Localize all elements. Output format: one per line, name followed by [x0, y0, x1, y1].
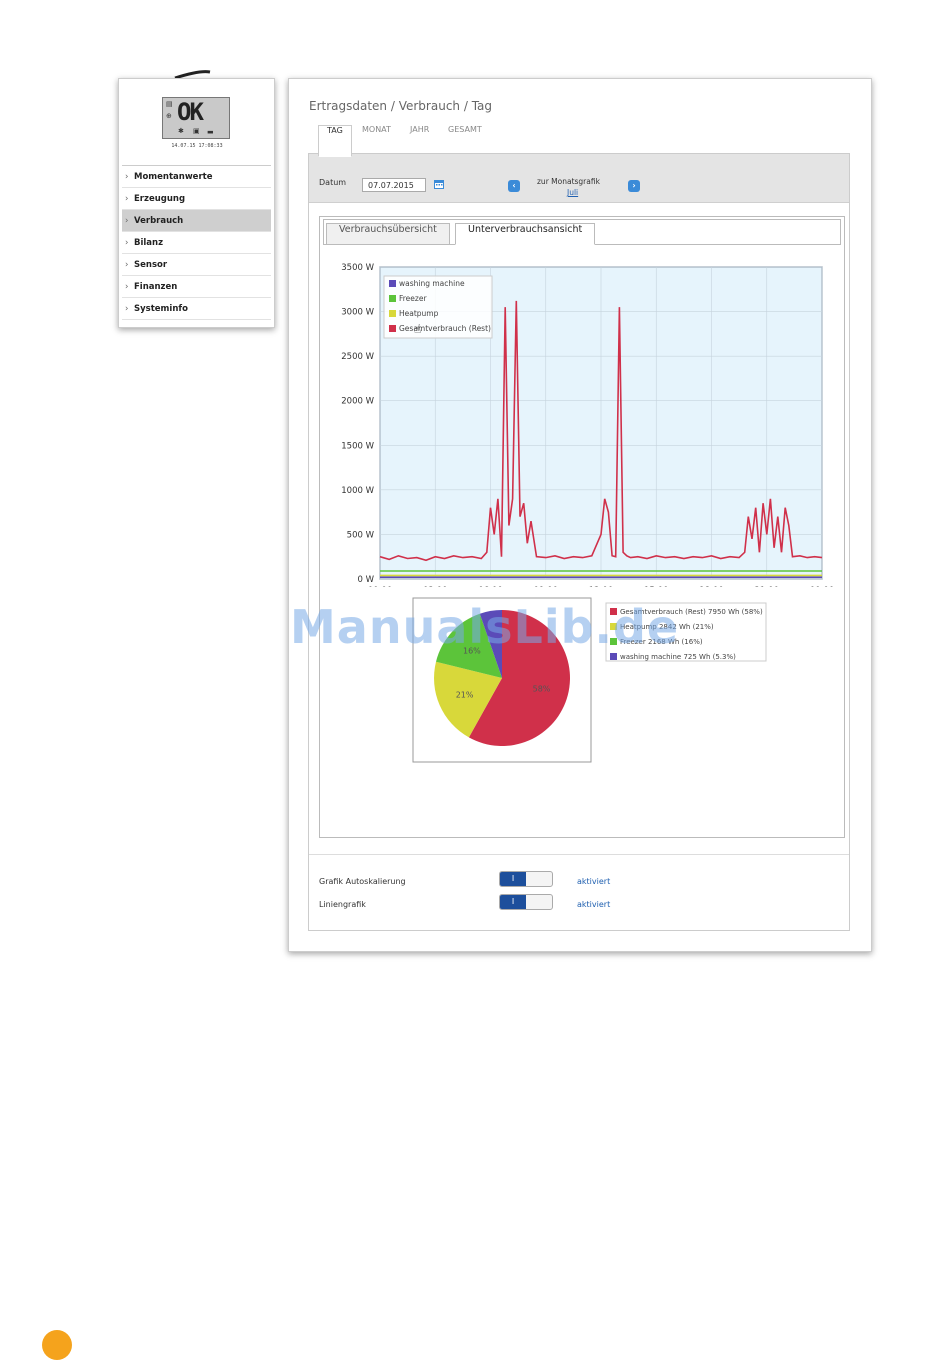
subtab-unterverbrauchsansicht[interactable]: Unterverbrauchsansicht — [455, 223, 596, 245]
legend-swatch — [389, 295, 396, 302]
legend-swatch — [389, 280, 396, 287]
x-tick-label: 12:00 — [589, 586, 614, 587]
x-tick-label: 00:00 — [810, 586, 835, 587]
month-chart-label: zur Monatsgrafik — [537, 177, 600, 186]
autoscale-toggle-knob: I — [500, 872, 526, 886]
sidebar-item-finanzen[interactable]: Finanzen — [122, 276, 271, 298]
sidebar-item-sensor[interactable]: Sensor — [122, 254, 271, 276]
globe-icon: ⊕ — [166, 112, 172, 120]
x-tick-label: 15:00 — [644, 586, 669, 587]
linechart-toggle[interactable]: I — [499, 894, 553, 910]
autoscale-status: aktiviert — [577, 877, 611, 886]
display-timestamp: 14.07.15 17:08:33 — [171, 143, 223, 149]
display-status: OK — [177, 98, 204, 126]
pie-slice-label: 21% — [456, 690, 474, 699]
y-tick-label: 1000 W — [341, 486, 374, 496]
autoscale-toggle[interactable]: I — [499, 871, 553, 887]
watermark: ManualsLib.de — [290, 600, 680, 654]
date-toolbar: Datum 07.07.2015 ‹ zur Monatsgrafik Juli… — [309, 154, 849, 203]
tab-monat[interactable]: MONAT — [362, 125, 391, 155]
tab-content: Datum 07.07.2015 ‹ zur Monatsgrafik Juli… — [308, 153, 850, 931]
network-icon: ▤ — [166, 100, 173, 108]
page-marker-dot — [42, 1330, 72, 1360]
linechart-status: aktiviert — [577, 900, 611, 909]
legend-label: Heatpump — [399, 309, 439, 318]
x-tick-label: 00:00 — [368, 586, 393, 587]
datum-label: Datum — [319, 178, 347, 187]
month-chart-link[interactable]: Juli — [567, 188, 578, 197]
legend-label: Freezer — [399, 294, 427, 303]
chart-container: Verbrauchsübersicht Unterverbrauchsansic… — [319, 216, 845, 838]
breadcrumb: Ertragsdaten / Verbrauch / Tag — [309, 99, 493, 113]
next-month-button[interactable]: › — [628, 180, 640, 192]
subtab-verbrauchsuebersicht[interactable]: Verbrauchsübersicht — [326, 223, 450, 245]
pie-legend-label: washing machine 725 Wh (5.3%) — [620, 653, 736, 661]
sidebar-item-verbrauch[interactable]: Verbrauch — [122, 210, 271, 232]
y-tick-label: 3500 W — [341, 263, 374, 273]
pie-slice-label: 58% — [533, 684, 551, 693]
y-tick-label: 2000 W — [341, 397, 374, 407]
x-tick-label: 18:00 — [699, 586, 724, 587]
y-tick-label: 0 W — [357, 575, 374, 585]
sidebar-item-bilanz[interactable]: Bilanz — [122, 232, 271, 254]
sun-icon: ✱ — [178, 127, 184, 135]
pie-legend-swatch — [610, 653, 617, 660]
hand-cursor-icon: ☝ — [414, 322, 421, 336]
sidebar-item-systeminfo[interactable]: Systeminfo — [122, 298, 271, 320]
device-display: ▤ ⊕ OK ✱ ▣ ▬ — [162, 97, 230, 139]
meter-icon: ▬ — [207, 128, 214, 136]
sidebar-item-momentanwerte[interactable]: Momentanwerte — [122, 166, 271, 188]
legend-label: washing machine — [399, 279, 465, 288]
legend-swatch — [389, 310, 396, 317]
tab-tag[interactable]: TAG — [318, 125, 352, 157]
y-tick-label: 1500 W — [341, 441, 374, 451]
legend-swatch — [389, 325, 396, 332]
main-panel: Ertragsdaten / Verbrauch / Tag TAG MONAT… — [288, 78, 872, 952]
linechart-toggle-knob: I — [500, 895, 526, 909]
tab-jahr[interactable]: JAHR — [410, 125, 429, 155]
x-tick-label: 03:00 — [423, 586, 448, 587]
line-chart-legend: washing machine Freezer Heatpump Gesamtverb… — [383, 275, 493, 339]
line-chart: 3500 W 3000 W 2500 W 2000 W 1500 W 1000 W 500 … — [341, 263, 835, 587]
options-section: Grafik Autoskalierung I aktiviert Linien… — [309, 854, 849, 931]
calendar-icon[interactable] — [434, 179, 444, 189]
sidebar: ▤ ⊕ OK ✱ ▣ ▬ 14.07.15 17:08:33 Momentanw… — [118, 78, 275, 328]
sidebar-item-erzeugung[interactable]: Erzeugung — [122, 188, 271, 210]
sidebar-nav: Momentanwerte Erzeugung Verbrauch Bilanz… — [122, 165, 271, 320]
date-input[interactable]: 07.07.2015 — [362, 178, 426, 192]
x-tick-label: 09:00 — [534, 586, 559, 587]
x-tick-label: 21:00 — [755, 586, 780, 587]
x-tick-label: 06:00 — [478, 586, 503, 587]
autoscale-label: Grafik Autoskalierung — [319, 877, 406, 886]
battery-icon: ▣ — [193, 127, 200, 135]
y-tick-label: 500 W — [347, 530, 375, 540]
tab-gesamt[interactable]: GESAMT — [448, 125, 482, 155]
legend-label: Gesamtverbrauch (Rest) — [399, 324, 491, 333]
y-tick-label: 2500 W — [341, 352, 374, 362]
subtab-bar: Verbrauchsübersicht Unterverbrauchsansic… — [323, 219, 841, 245]
y-tick-label: 3000 W — [341, 308, 374, 318]
prev-month-button[interactable]: ‹ — [508, 180, 520, 192]
linechart-label: Liniengrafik — [319, 900, 366, 909]
